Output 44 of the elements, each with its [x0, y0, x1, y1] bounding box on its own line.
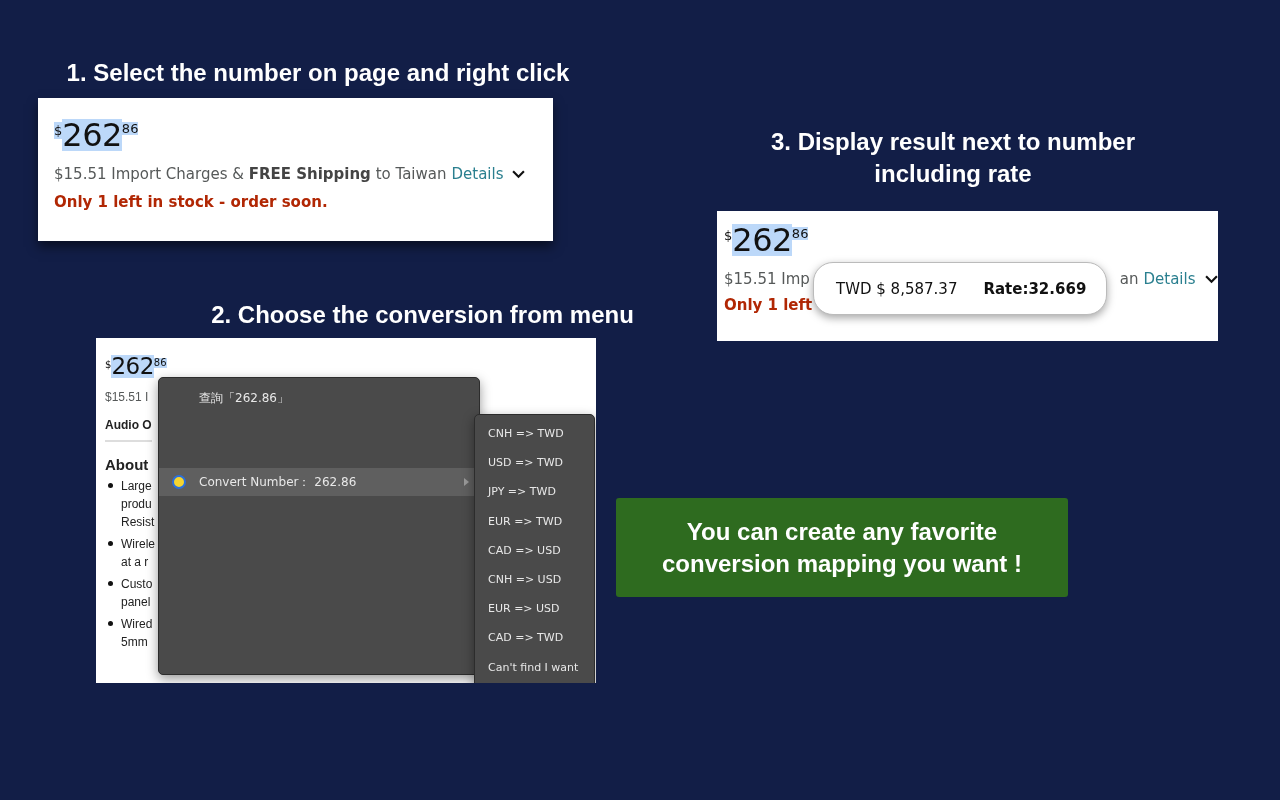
circle-icon — [172, 475, 186, 489]
page-text: Wired — [121, 616, 153, 633]
page-text: produ — [121, 496, 153, 513]
page-text: Custo — [121, 576, 153, 593]
chevron-down-icon[interactable] — [1204, 274, 1218, 284]
converted-amount: TWD $ 8,587.37 — [836, 279, 958, 298]
shipping-text: an — [1119, 270, 1139, 288]
menu-item[interactable]: EUR => TWD — [475, 506, 594, 536]
page-text: at a r — [121, 554, 150, 571]
page-text: panel — [121, 594, 152, 611]
menu-item[interactable]: CNH => TWD — [475, 419, 594, 449]
bullet-icon — [108, 581, 113, 586]
submenu-arrow-icon — [464, 478, 469, 486]
details-link[interactable]: Details — [1143, 270, 1196, 288]
bullet-icon — [108, 621, 113, 626]
shipping-text: $15.51 Import Charges & FREE Shipping to Taiwan — [54, 165, 447, 183]
details-link[interactable]: Details — [451, 165, 504, 183]
step-title: 3. Display result next to number including rate — [769, 127, 1137, 189]
page-text: Audio O — [105, 418, 152, 442]
menu-item[interactable]: Can't find I want — [475, 652, 594, 682]
bullet-icon — [108, 483, 113, 488]
page-text: 5mm — [121, 634, 149, 651]
menu-item[interactable]: 查詢「262.86」 — [159, 384, 479, 412]
page-text: Resist — [121, 514, 155, 531]
menu-item[interactable]: CAD => USD — [475, 535, 594, 565]
callout-text: You can create any favorite conversion mapping you want ! — [660, 516, 1023, 579]
step-title: 1. Select the number on page and right click — [65, 58, 571, 88]
bullet-icon — [108, 541, 113, 546]
price-text: $^{$}$262$^{86}$ — [724, 221, 809, 258]
menu-item[interactable]: CAD => TWD — [475, 623, 594, 653]
page-text: $15.51 I — [105, 390, 149, 404]
menu-item[interactable]: CNH => USD — [475, 564, 594, 595]
stock-warning: Only 1 left — [724, 296, 814, 314]
menu-item[interactable]: EUR => USD — [475, 594, 594, 624]
page-text: Large — [121, 478, 153, 495]
exchange-rate: Rate:32.669 — [983, 279, 1087, 298]
step-title: 2. Choose the conversion from menu — [210, 300, 635, 330]
shipping-text: $15.51 Imp — [724, 270, 810, 288]
price-text: $^{$}$262$^{86}$ — [105, 352, 167, 380]
page-text: About — [105, 456, 149, 473]
price-text: $^{$}$262$^{86}$ — [54, 116, 139, 153]
chevron-down-icon[interactable] — [512, 169, 526, 179]
stock-warning: Only 1 left in stock - order soon. — [54, 193, 329, 211]
page-text: Wirele — [121, 536, 155, 553]
